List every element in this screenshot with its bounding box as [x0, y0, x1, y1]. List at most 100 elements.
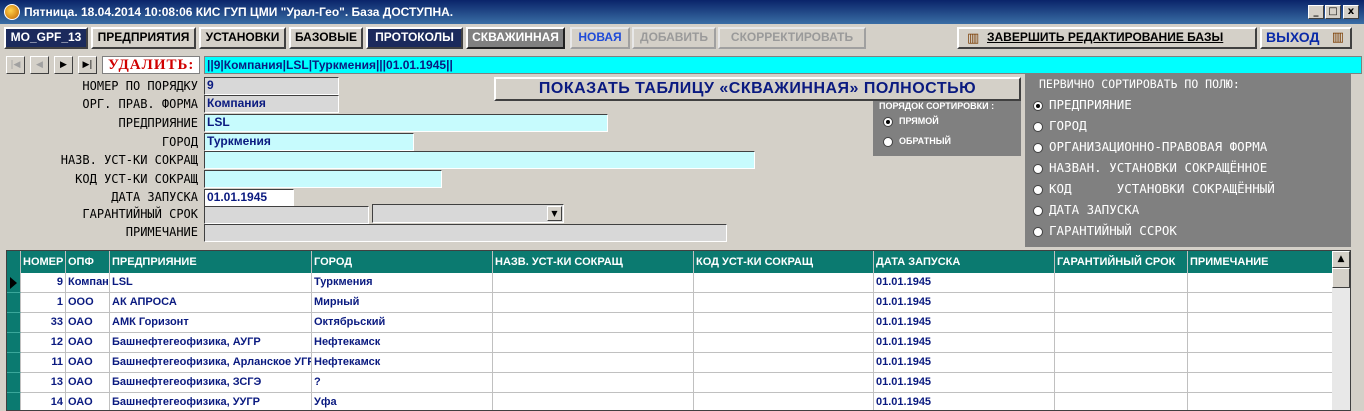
cell-company[interactable]: АК АПРОСА [110, 293, 312, 313]
cell-warranty[interactable] [1055, 353, 1188, 373]
cell-unit-code[interactable] [694, 273, 874, 293]
cell-launch-date[interactable]: 01.01.1945 [874, 273, 1055, 293]
warranty-field[interactable] [204, 206, 369, 224]
cell-city[interactable]: Октябрьский [312, 313, 493, 333]
cell-note[interactable] [1188, 373, 1333, 393]
cell-launch-date[interactable]: 01.01.1945 [874, 293, 1055, 313]
cell-number[interactable]: 13 [21, 373, 66, 393]
cell-city[interactable]: ? [312, 373, 493, 393]
cell-unit-name[interactable] [493, 273, 694, 293]
cell-org-form[interactable]: Компания [66, 273, 110, 293]
table-row[interactable]: 14 ОАО Башнефтегеофизика, УУГР Уфа 01.01.194… [7, 393, 1333, 410]
cell-number[interactable]: 12 [21, 333, 66, 353]
cell-number[interactable]: 14 [21, 393, 66, 410]
cell-unit-code[interactable] [694, 373, 874, 393]
cell-unit-code[interactable] [694, 293, 874, 313]
row-indicator[interactable] [7, 353, 21, 373]
cell-warranty[interactable] [1055, 313, 1188, 333]
cell-warranty[interactable] [1055, 293, 1188, 313]
cell-warranty[interactable] [1055, 373, 1188, 393]
cell-company[interactable]: Башнефтегеофизика, УУГР [110, 393, 312, 410]
cell-unit-name[interactable] [493, 373, 694, 393]
last-record-button[interactable]: ▶| [78, 56, 97, 74]
cell-city[interactable]: Нефтекамск [312, 353, 493, 373]
cell-company[interactable]: Башнефтегеофизика, ЗСГЭ [110, 373, 312, 393]
cell-city[interactable]: Туркмения [312, 273, 493, 293]
org-form-field[interactable]: Компания [204, 95, 339, 113]
cell-launch-date[interactable]: 01.01.1945 [874, 393, 1055, 410]
cell-number[interactable]: 33 [21, 313, 66, 333]
exit-button[interactable]: ВЫХОД ▥ [1260, 27, 1352, 49]
show-full-table-button[interactable]: ПОКАЗАТЬ ТАБЛИЦУ «СКВАЖИННАЯ» ПОЛНОСТЬЮ [494, 77, 1021, 101]
col-header-unit-code[interactable]: КОД УСТ-КИ СОКРАЩ [694, 251, 874, 273]
cell-city[interactable]: Нефтекамск [312, 333, 493, 353]
cell-unit-name[interactable] [493, 313, 694, 333]
cell-note[interactable] [1188, 393, 1333, 410]
cell-number[interactable]: 1 [21, 293, 66, 313]
cell-note[interactable] [1188, 293, 1333, 313]
col-header-note[interactable]: ПРИМЕЧАНИЕ [1188, 251, 1333, 273]
cell-unit-name[interactable] [493, 333, 694, 353]
delete-button[interactable]: УДАЛИТЬ: [102, 56, 200, 74]
cell-city[interactable]: Уфа [312, 393, 493, 410]
row-indicator[interactable] [7, 393, 21, 410]
maximize-button[interactable]: □ [1325, 5, 1341, 19]
col-header-org-form[interactable]: ОПФ [66, 251, 110, 273]
add-button[interactable]: ДОБАВИТЬ [632, 27, 716, 49]
cell-unit-code[interactable] [694, 353, 874, 373]
first-record-button[interactable]: |◀ [6, 56, 25, 74]
row-indicator[interactable] [7, 313, 21, 333]
cell-launch-date[interactable]: 01.01.1945 [874, 313, 1055, 333]
warranty-select[interactable]: ▼ [372, 204, 564, 223]
unit-code-field[interactable] [204, 170, 442, 188]
sort-by-launch-date[interactable]: ДАТА ЗАПУСКА [1033, 202, 1139, 217]
cell-unit-code[interactable] [694, 313, 874, 333]
cell-note[interactable] [1188, 313, 1333, 333]
city-field[interactable]: Туркмения [204, 133, 414, 151]
cell-note[interactable] [1188, 353, 1333, 373]
sort-by-unit-code[interactable]: КОД УСТАНОВКИ СОКРАЩЁННЫЙ [1033, 181, 1275, 196]
current-row-indicator-icon[interactable] [7, 273, 21, 293]
table-row[interactable]: 13 ОАО Башнефтегеофизика, ЗСГЭ? 01.01.1945 [7, 373, 1333, 393]
row-indicator[interactable] [7, 293, 21, 313]
col-header-city[interactable]: ГОРОД [312, 251, 493, 273]
col-header-number[interactable]: НОМЕР [21, 251, 66, 273]
sort-direct-option[interactable]: ПРЯМОЙ [883, 116, 939, 127]
next-record-button[interactable]: ▶ [54, 56, 73, 74]
cell-number[interactable]: 11 [21, 353, 66, 373]
cell-number[interactable]: 9 [21, 273, 66, 293]
col-header-warranty[interactable]: ГАРАНТИЙНЫЙ СРОК [1055, 251, 1188, 273]
cell-note[interactable] [1188, 333, 1333, 353]
scroll-thumb[interactable] [1332, 268, 1350, 288]
cell-warranty[interactable] [1055, 273, 1188, 293]
cell-launch-date[interactable]: 01.01.1945 [874, 333, 1055, 353]
cell-launch-date[interactable]: 01.01.1945 [874, 353, 1055, 373]
number-field[interactable]: 9 [204, 77, 339, 95]
sort-by-org-form[interactable]: ОРГАНИЗАЦИОННО-ПРАВОВАЯ ФОРМА [1033, 139, 1267, 154]
minimize-button[interactable]: _ [1308, 5, 1324, 19]
cell-note[interactable] [1188, 273, 1333, 293]
cell-org-form[interactable]: ООО [66, 293, 110, 313]
cell-unit-code[interactable] [694, 333, 874, 353]
sort-reverse-option[interactable]: ОБРАТНЫЙ [883, 136, 951, 147]
table-row[interactable]: 9КомпанияLSLТуркмения 01.01.1945 [7, 273, 1333, 293]
cell-unit-code[interactable] [694, 393, 874, 410]
row-indicator[interactable] [7, 373, 21, 393]
cell-launch-date[interactable]: 01.01.1945 [874, 373, 1055, 393]
tab-protocols[interactable]: ПРОТОКОЛЫ [366, 27, 463, 49]
close-button[interactable]: x [1343, 5, 1359, 19]
cell-company[interactable]: АМК Горизонт [110, 313, 312, 333]
cell-org-form[interactable]: ОАО [66, 373, 110, 393]
sort-by-warranty[interactable]: ГАРАНТИЙНЫЙ ССРОК [1033, 223, 1177, 238]
db-name-button[interactable]: MO_GPF_13 [4, 27, 88, 49]
col-header-unit-name[interactable]: НАЗВ. УСТ-КИ СОКРАЩ [493, 251, 694, 273]
tab-companies[interactable]: ПРЕДПРИЯТИЯ [91, 27, 196, 49]
tab-base[interactable]: БАЗОВЫЕ [289, 27, 363, 49]
cell-unit-name[interactable] [493, 353, 694, 373]
finish-editing-button[interactable]: ▥ ЗАВЕРШИТЬ РЕДАКТИРОВАНИЕ БАЗЫ [957, 27, 1257, 49]
cell-org-form[interactable]: ОАО [66, 353, 110, 373]
cell-org-form[interactable]: ОАО [66, 393, 110, 410]
cell-company[interactable]: Башнефтегеофизика, АУГР [110, 333, 312, 353]
note-field[interactable] [204, 224, 727, 242]
table-row[interactable]: 33 ОАО АМК Горизонт Октябрьский 01.01.1945 [7, 313, 1333, 333]
